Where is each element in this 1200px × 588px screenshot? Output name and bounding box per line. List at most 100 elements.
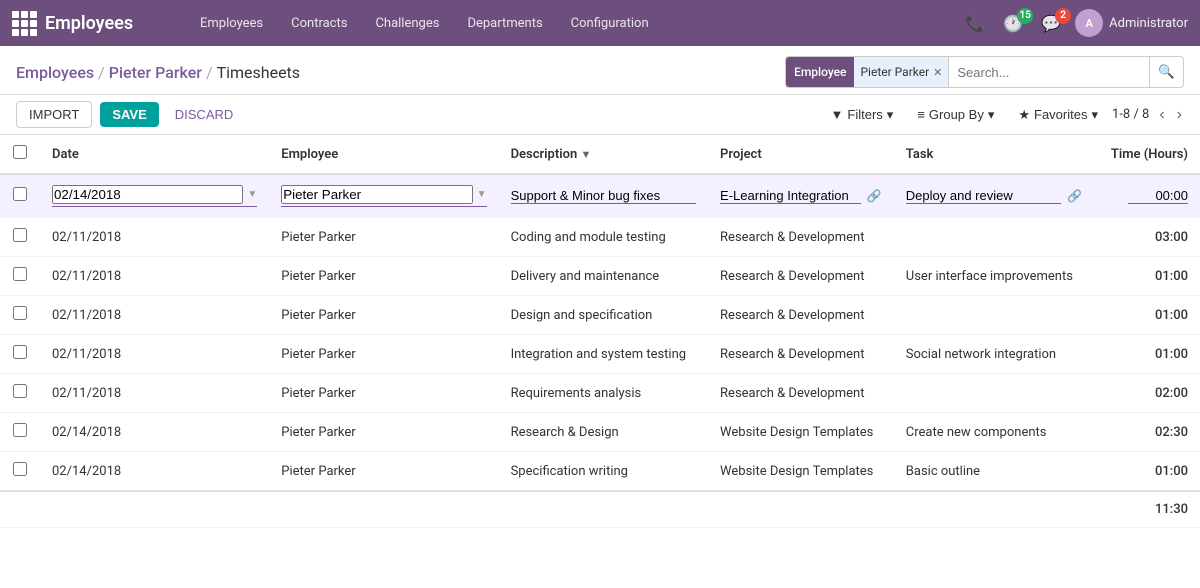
prev-page-button[interactable]: ‹ xyxy=(1157,106,1166,124)
edit-row[interactable]: ▼ ▼ E-Learning Integra xyxy=(0,174,1200,218)
row-description: Design and specification xyxy=(499,296,708,335)
search-area: Employee Pieter Parker ✕ 🔍 xyxy=(785,56,1184,88)
project-ext-link-icon[interactable]: 🔗 xyxy=(867,189,882,203)
row-project: Website Design Templates xyxy=(708,413,894,452)
task-ext-link-icon[interactable]: 🔗 xyxy=(1067,189,1082,203)
task-select[interactable]: Deploy and review xyxy=(906,188,1061,203)
breadcrumb-employees[interactable]: Employees xyxy=(16,63,94,82)
description-input[interactable] xyxy=(511,188,696,204)
employee-input[interactable] xyxy=(281,185,472,204)
groupby-button[interactable]: ≡ Group By ▾ xyxy=(911,103,1000,127)
row-checkbox[interactable] xyxy=(13,462,27,476)
filters-label: Filters xyxy=(847,107,882,122)
employee-arrow-icon[interactable]: ▼ xyxy=(477,189,487,200)
row-checkbox[interactable] xyxy=(13,306,27,320)
messages-badge-wrap[interactable]: 🕐 15 xyxy=(999,14,1027,33)
row-task: Create new components xyxy=(894,413,1094,452)
edit-time-cell[interactable] xyxy=(1094,174,1200,218)
row-date: 02/11/2018 xyxy=(40,296,269,335)
table-row[interactable]: 02/11/2018 Pieter Parker Requirements an… xyxy=(0,374,1200,413)
row-task: Basic outline xyxy=(894,452,1094,492)
favorites-button[interactable]: ★ Favorites ▾ xyxy=(1012,103,1104,127)
chat-badge: 2 xyxy=(1055,8,1071,24)
filters-button[interactable]: ▼ Filters ▾ xyxy=(825,103,900,127)
table-row[interactable]: 02/11/2018 Pieter Parker Integration and… xyxy=(0,335,1200,374)
phone-icon[interactable]: 📞 xyxy=(961,10,989,37)
filter-group: ▼ Filters ▾ ≡ Group By ▾ ★ Favorites ▾ xyxy=(825,103,1105,127)
row-employee: Pieter Parker xyxy=(269,335,498,374)
table-row[interactable]: 02/11/2018 Pieter Parker Coding and modu… xyxy=(0,218,1200,257)
favorites-label: Favorites xyxy=(1034,107,1087,122)
row-employee: Pieter Parker xyxy=(269,413,498,452)
row-employee: Pieter Parker xyxy=(269,257,498,296)
pagination-text: 1-8 / 8 xyxy=(1112,107,1149,122)
project-header: Project xyxy=(708,135,894,174)
chat-badge-wrap[interactable]: 💬 2 xyxy=(1037,14,1065,33)
time-input[interactable] xyxy=(1128,188,1188,204)
row-checkbox[interactable] xyxy=(13,228,27,242)
avatar: A xyxy=(1075,9,1103,37)
employee-header: Employee xyxy=(269,135,498,174)
menu-contracts[interactable]: Contracts xyxy=(279,10,359,37)
top-navigation: Employees Employees Contracts Challenges… xyxy=(0,0,1200,46)
table-row[interactable]: 02/11/2018 Pieter Parker Design and spec… xyxy=(0,296,1200,335)
row-time: 01:00 xyxy=(1094,296,1200,335)
menu-employees[interactable]: Employees xyxy=(188,10,275,37)
table-row[interactable]: 02/14/2018 Pieter Parker Research & Desi… xyxy=(0,413,1200,452)
time-header: Time (Hours) xyxy=(1094,135,1200,174)
favorites-arrow-icon: ▾ xyxy=(1091,107,1098,123)
import-button[interactable]: IMPORT xyxy=(16,101,92,128)
row-project: Research & Development xyxy=(708,257,894,296)
row-checkbox[interactable] xyxy=(13,384,27,398)
row-project: Research & Development xyxy=(708,296,894,335)
discard-button[interactable]: DISCARD xyxy=(167,102,242,127)
next-page-button[interactable]: › xyxy=(1175,106,1184,124)
groupby-icon: ≡ xyxy=(917,107,925,122)
row-checkbox[interactable] xyxy=(13,267,27,281)
edit-task-cell[interactable]: Deploy and review 🔗 xyxy=(894,174,1094,218)
search-tag-text: Pieter Parker xyxy=(860,65,929,79)
row-date: 02/11/2018 xyxy=(40,335,269,374)
main-menu: Employees Contracts Challenges Departmen… xyxy=(188,10,957,37)
search-input[interactable] xyxy=(949,57,1149,87)
date-input[interactable] xyxy=(52,185,243,204)
save-button[interactable]: SAVE xyxy=(100,102,158,127)
tag-remove-btn[interactable]: ✕ xyxy=(933,66,942,79)
user-menu[interactable]: A Administrator xyxy=(1075,9,1188,37)
grid-icon xyxy=(12,11,37,36)
row-project: Website Design Templates xyxy=(708,452,894,492)
search-submit-button[interactable]: 🔍 xyxy=(1149,57,1183,87)
row-time: 02:30 xyxy=(1094,413,1200,452)
edit-project-cell[interactable]: E-Learning Integration 🔗 xyxy=(708,174,894,218)
row-task: User interface improvements xyxy=(894,257,1094,296)
row-task xyxy=(894,218,1094,257)
date-header: Date xyxy=(40,135,269,174)
table-row[interactable]: 02/14/2018 Pieter Parker Specification w… xyxy=(0,452,1200,492)
star-icon: ★ xyxy=(1018,107,1030,123)
menu-challenges[interactable]: Challenges xyxy=(363,10,451,37)
date-arrow-icon[interactable]: ▼ xyxy=(247,189,257,200)
groupby-label: Group By xyxy=(929,107,984,122)
breadcrumb-pieter[interactable]: Pieter Parker xyxy=(109,63,202,82)
project-select[interactable]: E-Learning Integration xyxy=(720,188,861,203)
row-description: Requirements analysis xyxy=(499,374,708,413)
app-logo[interactable]: Employees xyxy=(12,11,172,36)
pagination: 1-8 / 8 ‹ › xyxy=(1112,106,1184,124)
row-project: Research & Development xyxy=(708,218,894,257)
edit-date-cell[interactable]: ▼ xyxy=(40,174,269,218)
select-all-checkbox[interactable] xyxy=(13,145,27,159)
total-empty xyxy=(0,491,894,528)
menu-departments[interactable]: Departments xyxy=(455,10,554,37)
table-header-row: Date Employee Description ▼ Project Task… xyxy=(0,135,1200,174)
edit-employee-cell[interactable]: ▼ xyxy=(269,174,498,218)
row-project: Research & Development xyxy=(708,374,894,413)
breadcrumb-sep-1: / xyxy=(98,63,105,82)
row-checkbox[interactable] xyxy=(13,345,27,359)
edit-row-checkbox[interactable] xyxy=(13,187,27,201)
row-checkbox[interactable] xyxy=(13,423,27,437)
menu-configuration[interactable]: Configuration xyxy=(559,10,661,37)
table-row[interactable]: 02/11/2018 Pieter Parker Delivery and ma… xyxy=(0,257,1200,296)
row-task xyxy=(894,296,1094,335)
row-employee: Pieter Parker xyxy=(269,218,498,257)
edit-description-cell[interactable] xyxy=(499,174,708,218)
